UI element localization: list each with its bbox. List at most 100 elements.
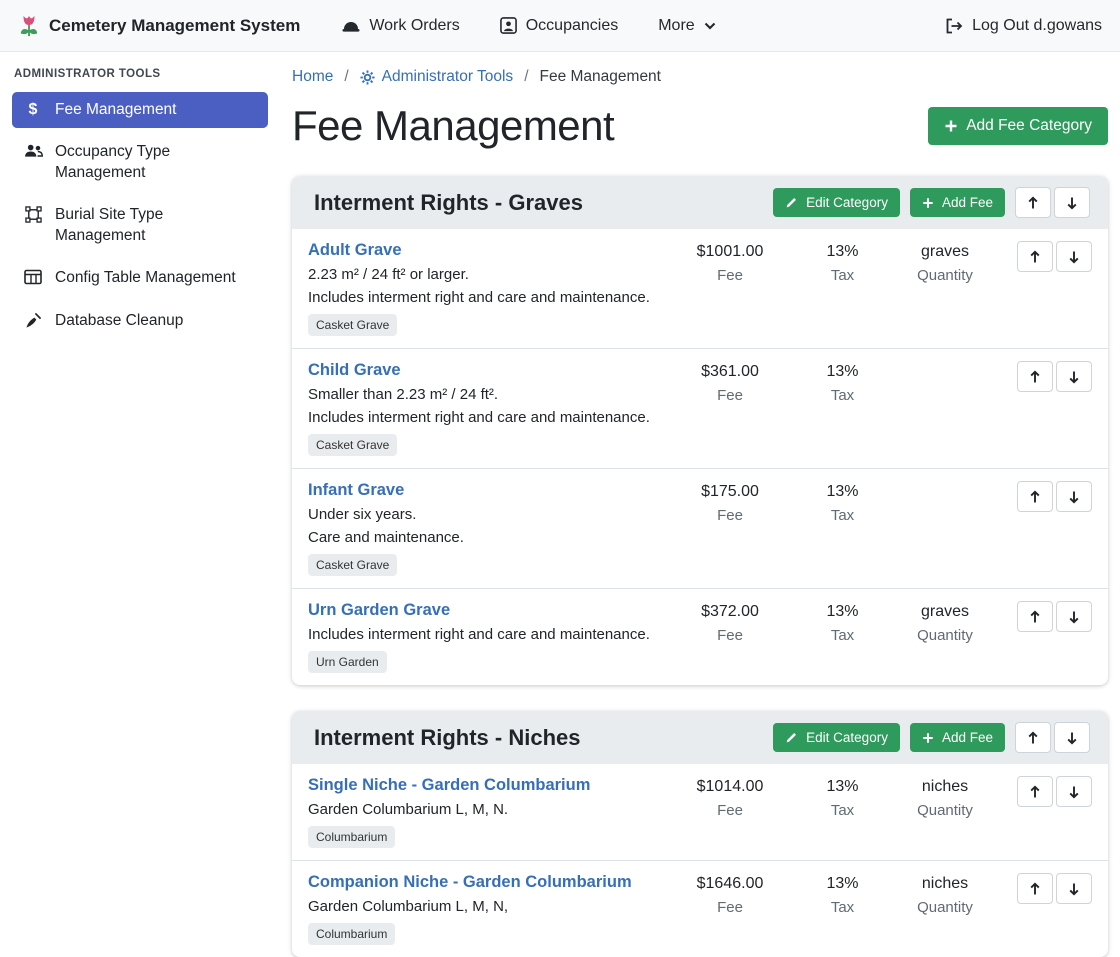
table-icon: [22, 269, 44, 285]
move-category-up-button[interactable]: [1015, 722, 1051, 753]
fee-name-link[interactable]: Infant Grave: [308, 481, 404, 499]
edit-category-button[interactable]: Edit Category: [773, 723, 900, 752]
sidebar-item-database-cleanup[interactable]: Database Cleanup: [12, 303, 268, 339]
fee-row-urn-garden-grave: Urn Garden Grave Includes interment righ…: [292, 589, 1108, 685]
fee-name-link[interactable]: Single Niche - Garden Columbarium: [308, 776, 590, 794]
plus-icon: [922, 197, 934, 209]
arrow-up-icon: [1029, 785, 1041, 799]
fee-tax-col: 13% Tax: [795, 361, 890, 404]
plus-icon: [922, 732, 934, 744]
arrow-down-icon: [1066, 196, 1078, 210]
fee-tax-col: 13% Tax: [795, 601, 890, 644]
tulip-logo-icon: [18, 13, 40, 39]
move-fee-up-button[interactable]: [1017, 776, 1053, 807]
fee-name-link[interactable]: Urn Garden Grave: [308, 601, 450, 619]
sidebar-item-config-table[interactable]: Config Table Management: [12, 260, 268, 296]
add-fee-category-button[interactable]: Add Fee Category: [928, 107, 1108, 145]
add-fee-button[interactable]: Add Fee: [910, 188, 1005, 217]
breadcrumb: Home / Administrator Tools / Fee Managem…: [292, 68, 1108, 86]
nav-occupancies[interactable]: Occupancies: [500, 17, 619, 35]
move-fee-up-button[interactable]: [1017, 481, 1053, 512]
page-title: Fee Management: [292, 102, 614, 150]
add-fee-button[interactable]: Add Fee: [910, 723, 1005, 752]
fee-row-companion-niche: Companion Niche - Garden Columbarium Gar…: [292, 861, 1108, 957]
move-fee-down-button[interactable]: [1056, 241, 1092, 272]
main-nav: Work Orders Occupancies More: [342, 17, 715, 35]
arrow-down-icon: [1068, 610, 1080, 624]
fee-name-link[interactable]: Child Grave: [308, 361, 401, 379]
fee-row-infant-grave: Infant Grave Under six years. Care and m…: [292, 469, 1108, 589]
logout-button[interactable]: Log Out d.gowans: [945, 17, 1102, 35]
arrow-up-icon: [1029, 370, 1041, 384]
fee-row-child-grave: Child Grave Smaller than 2.23 m² / 24 ft…: [292, 349, 1108, 469]
move-category-down-button[interactable]: [1054, 187, 1090, 218]
move-fee-up-button[interactable]: [1017, 873, 1053, 904]
fee-name-link[interactable]: Adult Grave: [308, 241, 402, 259]
app-brand[interactable]: Cemetery Management System: [18, 13, 300, 39]
fee-tax-col: 13% Tax: [795, 481, 890, 524]
breadcrumb-home-link[interactable]: Home: [292, 68, 333, 86]
fee-quantity-col: graves Quantity: [890, 601, 1000, 644]
arrow-down-icon: [1068, 370, 1080, 384]
fee-quantity-col: graves Quantity: [890, 241, 1000, 284]
dollar-icon: $: [22, 102, 44, 118]
move-fee-down-button[interactable]: [1056, 776, 1092, 807]
fee-row-adult-grave: Adult Grave 2.23 m² / 24 ft² or larger. …: [292, 229, 1108, 349]
fee-reorder-buttons: [1017, 873, 1092, 904]
nav-work-orders[interactable]: Work Orders: [342, 17, 459, 35]
fee-description: Under six years.: [308, 506, 665, 523]
category-title: Interment Rights - Niches: [310, 725, 763, 751]
category-reorder-buttons: [1015, 722, 1090, 753]
move-fee-down-button[interactable]: [1056, 481, 1092, 512]
fee-amount-col: $361.00 Fee: [665, 361, 795, 404]
nav-more[interactable]: More: [658, 17, 715, 35]
main-content: Home / Administrator Tools / Fee Managem…: [280, 52, 1120, 957]
sidebar-item-occupancy-type[interactable]: Occupancy Type Management: [12, 134, 268, 191]
fee-description: Garden Columbarium L, M, N.: [308, 801, 665, 818]
fee-description: Includes interment right and care and ma…: [308, 626, 665, 643]
arrow-down-icon: [1068, 785, 1080, 799]
fee-description: Garden Columbarium L, M, N,: [308, 898, 665, 915]
fee-row-single-niche: Single Niche - Garden Columbarium Garden…: [292, 764, 1108, 861]
move-fee-up-button[interactable]: [1017, 361, 1053, 392]
fee-reorder-buttons: [1017, 776, 1092, 807]
breadcrumb-separator: /: [524, 68, 528, 86]
arrow-up-icon: [1029, 250, 1041, 264]
fee-amount-col: $1001.00 Fee: [665, 241, 795, 284]
arrow-down-icon: [1068, 882, 1080, 896]
move-category-up-button[interactable]: [1015, 187, 1051, 218]
edit-category-button[interactable]: Edit Category: [773, 188, 900, 217]
fee-name-link[interactable]: Companion Niche - Garden Columbarium: [308, 873, 632, 891]
sidebar-item-fee-management[interactable]: $ Fee Management: [12, 92, 268, 128]
fee-description: Includes interment right and care and ma…: [308, 409, 665, 426]
category-header: Interment Rights - Niches Edit Category …: [292, 711, 1108, 764]
top-navbar: Cemetery Management System Work Orders O…: [0, 0, 1120, 52]
arrow-up-icon: [1029, 882, 1041, 896]
fee-type-badge: Columbarium: [308, 923, 395, 945]
breadcrumb-current: Fee Management: [540, 68, 662, 86]
fee-amount-col: $175.00 Fee: [665, 481, 795, 524]
sidebar-item-burial-site-type[interactable]: Burial Site Type Management: [12, 197, 268, 254]
fee-tax-col: 13% Tax: [795, 776, 890, 819]
fee-reorder-buttons: [1017, 601, 1092, 632]
move-fee-up-button[interactable]: [1017, 601, 1053, 632]
plus-icon: [944, 119, 958, 133]
move-fee-down-button[interactable]: [1056, 873, 1092, 904]
move-fee-down-button[interactable]: [1056, 601, 1092, 632]
arrow-up-icon: [1027, 731, 1039, 745]
breadcrumb-admin-tools-link[interactable]: Administrator Tools: [360, 68, 514, 86]
hardhat-icon: [342, 19, 360, 33]
logout-icon: [945, 18, 963, 34]
pencil-icon: [785, 731, 798, 744]
fee-amount-col: $372.00 Fee: [665, 601, 795, 644]
move-fee-down-button[interactable]: [1056, 361, 1092, 392]
fee-amount-col: $1646.00 Fee: [665, 873, 795, 916]
fee-category-card-graves: Interment Rights - Graves Edit Category …: [292, 176, 1108, 685]
fee-quantity-col: [890, 361, 1000, 363]
move-fee-up-button[interactable]: [1017, 241, 1053, 272]
category-header: Interment Rights - Graves Edit Category …: [292, 176, 1108, 229]
fee-amount-col: $1014.00 Fee: [665, 776, 795, 819]
fee-type-badge: Urn Garden: [308, 651, 387, 673]
move-category-down-button[interactable]: [1054, 722, 1090, 753]
admin-sidebar: ADMINISTRATOR TOOLS $ Fee Management Occ…: [0, 52, 280, 957]
